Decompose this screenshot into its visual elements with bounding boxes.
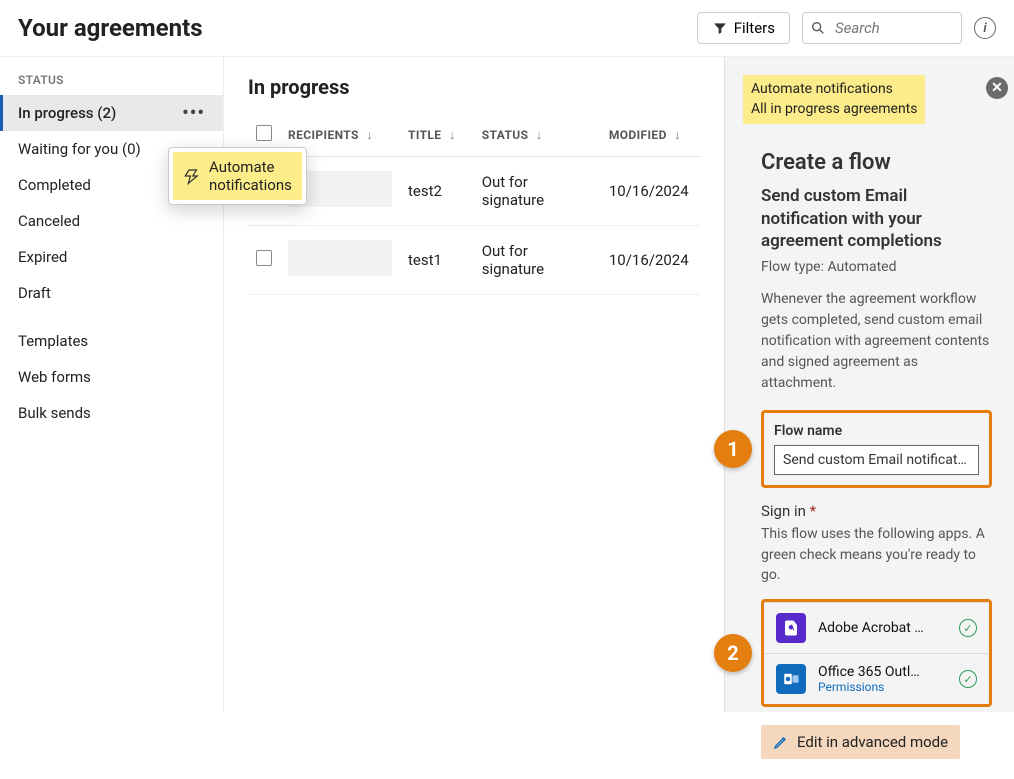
- automate-label: Automate notifications: [209, 158, 292, 194]
- check-icon: ✓: [959, 619, 977, 637]
- row-modified: 10/16/2024: [601, 157, 700, 226]
- page-title: Your agreements: [18, 14, 685, 42]
- panel-description: Whenever the agreement workflow gets com…: [761, 289, 992, 394]
- signin-label: Sign in *: [761, 502, 992, 520]
- row-modified: 10/16/2024: [601, 226, 700, 295]
- permissions-link[interactable]: Permissions: [818, 680, 947, 694]
- pencil-icon: [773, 734, 789, 750]
- panel-subtitle: Send custom Email notification with your…: [761, 185, 992, 254]
- filters-label: Filters: [734, 19, 775, 37]
- callout-badge-2: 2: [714, 634, 752, 672]
- sidebar-item-expired[interactable]: Expired: [0, 239, 223, 275]
- app-row-outlook[interactable]: Office 365 Outl… Permissions ✓: [764, 653, 989, 704]
- status-heading: STATUS: [0, 71, 223, 95]
- sidebar: STATUS In progress (2) ••• Waiting for y…: [0, 57, 224, 712]
- required-mark: *: [810, 502, 816, 520]
- app-name: Office 365 Outl…: [818, 664, 947, 680]
- adobe-icon: [776, 613, 806, 643]
- row-status: Out for signature: [474, 157, 601, 226]
- automate-popover[interactable]: Automate notifications: [168, 147, 307, 205]
- checkbox-all[interactable]: [256, 125, 272, 141]
- app-row-adobe[interactable]: Adobe Acrobat … ✓: [764, 602, 989, 653]
- sidebar-item-canceled[interactable]: Canceled: [0, 203, 223, 239]
- outlook-icon: [776, 664, 806, 694]
- panel-heading: Create a flow: [761, 150, 992, 175]
- sort-icon: ↓: [674, 127, 681, 143]
- crumb-line1: Automate notifications: [751, 79, 917, 99]
- row-status: Out for signature: [474, 226, 601, 295]
- close-icon[interactable]: ✕: [986, 77, 1008, 99]
- col-status[interactable]: STATUS ↓: [474, 117, 601, 157]
- sidebar-item-bulksends[interactable]: Bulk sends: [0, 395, 223, 431]
- edit-advanced-button[interactable]: Edit in advanced mode: [761, 725, 960, 759]
- sort-icon: ↓: [449, 127, 456, 143]
- section-title: In progress: [248, 75, 700, 99]
- table-row[interactable]: test2 Out for signature 10/16/2024: [248, 157, 700, 226]
- filters-button[interactable]: Filters: [697, 12, 790, 44]
- sidebar-item-label: Templates: [18, 332, 88, 350]
- info-icon[interactable]: i: [974, 17, 996, 39]
- callout-badge-1: 1: [714, 430, 752, 468]
- crumb-line2: All in progress agreements: [751, 99, 917, 119]
- sidebar-item-webforms[interactable]: Web forms: [0, 359, 223, 395]
- flow-name-input[interactable]: [774, 445, 979, 475]
- row-title: test2: [400, 157, 474, 226]
- sidebar-item-label: Canceled: [18, 212, 80, 230]
- row-title: test1: [400, 226, 474, 295]
- row-checkbox[interactable]: [256, 250, 272, 266]
- check-icon: ✓: [959, 670, 977, 688]
- table-row[interactable]: test1 Out for signature 10/16/2024: [248, 226, 700, 295]
- sidebar-item-label: Expired: [18, 248, 67, 266]
- flow-type: Flow type: Automated: [761, 259, 992, 275]
- sort-icon: ↓: [536, 127, 543, 143]
- flow-name-section: 1 Flow name: [761, 410, 992, 488]
- col-modified[interactable]: MODIFIED ↓: [601, 117, 700, 157]
- filter-icon: [712, 20, 728, 36]
- sidebar-item-templates[interactable]: Templates: [0, 323, 223, 359]
- search-input[interactable]: [802, 12, 962, 44]
- sidebar-item-draft[interactable]: Draft: [0, 275, 223, 311]
- sidebar-item-label: Waiting for you (0): [18, 140, 141, 158]
- sidebar-item-label: Bulk sends: [18, 404, 91, 422]
- flow-name-label: Flow name: [774, 423, 979, 439]
- sort-icon: ↓: [366, 127, 373, 143]
- agreements-table: RECIPIENTS ↓ TITLE ↓ STATUS ↓ MODIFIED: [248, 117, 700, 295]
- flow-panel: ✕ Automate notifications All in progress…: [724, 57, 1014, 712]
- recipient-redacted: [288, 240, 392, 276]
- edit-advanced-label: Edit in advanced mode: [797, 733, 948, 751]
- sidebar-item-label: Completed: [18, 176, 91, 194]
- sidebar-item-label: Web forms: [18, 368, 91, 386]
- search-icon: [810, 20, 826, 36]
- col-title[interactable]: TITLE ↓: [400, 117, 474, 157]
- tag-icon: [183, 167, 201, 185]
- apps-section: 2 Adobe Acrobat … ✓: [761, 599, 992, 707]
- app-name: Adobe Acrobat …: [818, 620, 947, 636]
- signin-description: This flow uses the following apps. A gre…: [761, 524, 992, 585]
- sidebar-item-inprogress[interactable]: In progress (2) •••: [0, 95, 223, 131]
- breadcrumb: Automate notifications All in progress a…: [743, 75, 925, 124]
- sidebar-item-label: In progress (2): [18, 104, 116, 122]
- sidebar-item-label: Draft: [18, 284, 51, 302]
